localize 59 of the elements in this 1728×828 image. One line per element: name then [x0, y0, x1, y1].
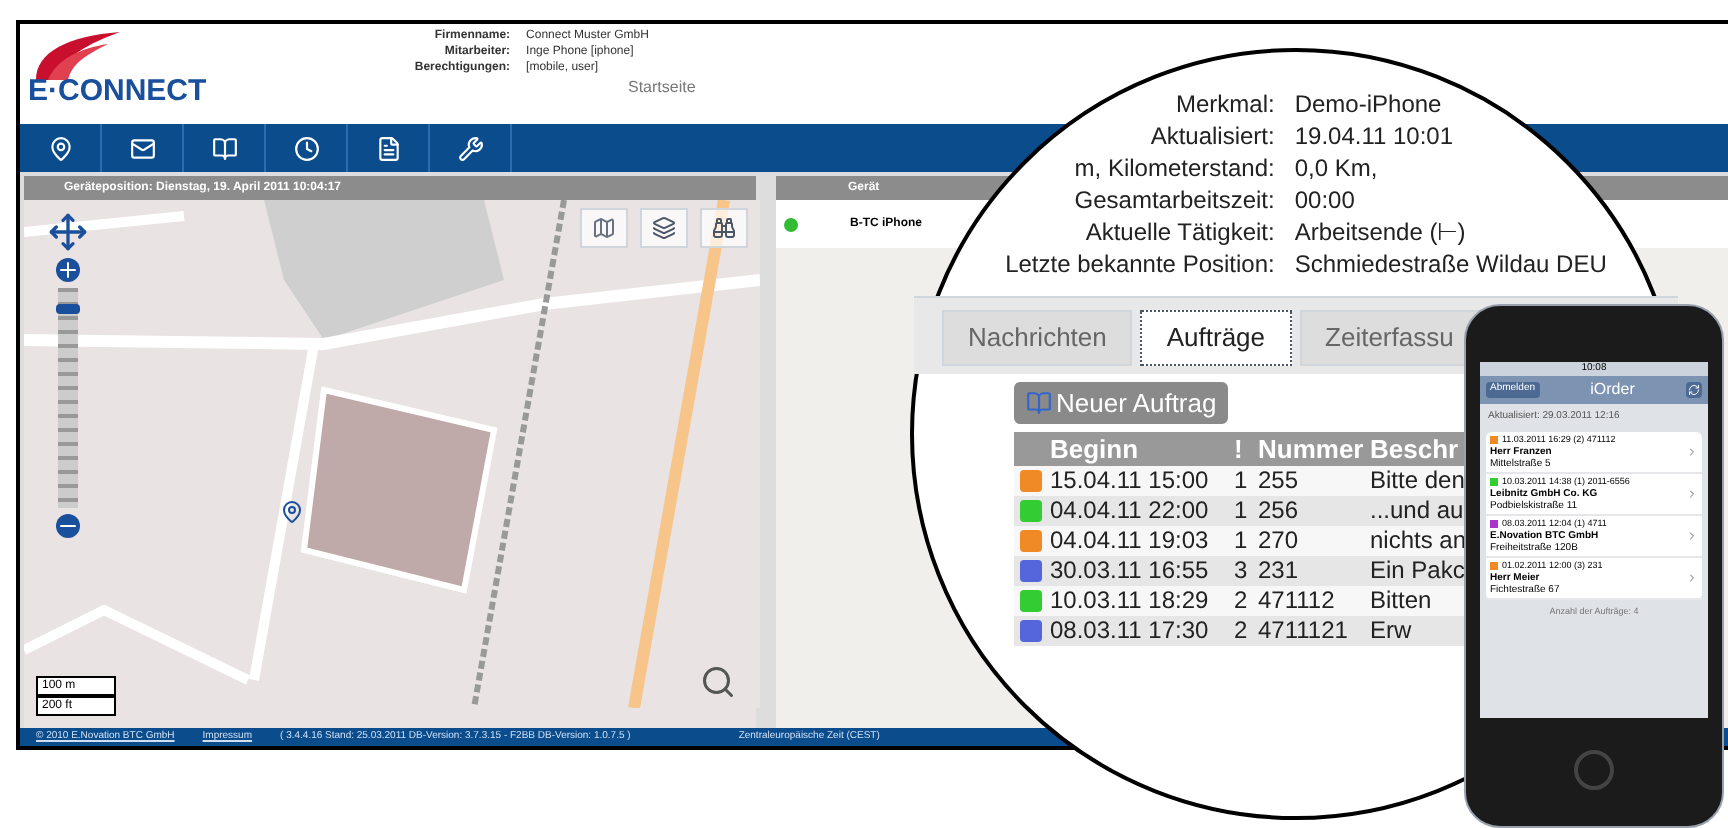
table-cell: 256	[1258, 496, 1370, 526]
device-marker-icon[interactable]	[280, 500, 304, 524]
magnifier-icon[interactable]	[700, 664, 736, 700]
detail-label: Aktuelle Tätigkeit:	[1083, 216, 1275, 248]
layers-icon	[652, 216, 676, 240]
map-tool-button[interactable]	[640, 208, 688, 248]
table-cell: 231	[1258, 556, 1370, 586]
table-cell: 08.03.11 17:30	[1050, 616, 1234, 646]
zoom-slider[interactable]	[58, 288, 78, 508]
mail-icon	[129, 135, 155, 161]
column-header: Beginn	[1050, 432, 1234, 466]
detail-label: m, Kilometerstand:	[1072, 152, 1275, 184]
table-cell: 15.04.11 15:00	[1050, 466, 1234, 496]
detail-label: Letzte bekannte Position:	[1005, 248, 1275, 280]
detail-label: Merkmal:	[1174, 88, 1275, 120]
logo-text: E·CONNECT	[28, 76, 207, 106]
table-cell: 270	[1258, 526, 1370, 556]
table-cell: 3	[1234, 556, 1258, 586]
detail-value: Demo-iPhone	[1294, 88, 1444, 120]
clock-icon	[293, 135, 319, 161]
tab[interactable]: Nachrichten	[942, 310, 1133, 365]
pan-control-icon[interactable]	[48, 212, 88, 252]
book-icon	[1026, 389, 1052, 416]
document-icon	[375, 135, 401, 161]
map-icon	[592, 216, 616, 240]
table-cell: 471112	[1258, 586, 1370, 616]
tab[interactable]: Aufträge	[1140, 310, 1292, 365]
slider-thumb[interactable]	[56, 304, 80, 315]
table-cell: 2	[1234, 616, 1258, 646]
map-tool-button[interactable]	[700, 208, 748, 248]
detail-value: 19.04.11 10:01	[1294, 120, 1456, 152]
table-cell: 10.03.11 18:29	[1050, 586, 1234, 616]
detail-value: Arbeitsende (⊢)	[1294, 216, 1468, 248]
screen-title: iOrder	[1590, 378, 1635, 402]
column-header: !	[1234, 432, 1258, 466]
pin-icon	[47, 135, 73, 161]
table-cell: 30.03.11 16:55	[1050, 556, 1234, 586]
detail-value: 00:00	[1294, 184, 1357, 216]
table-cell: 2	[1234, 586, 1258, 616]
table-cell: 1	[1234, 496, 1258, 526]
column-header: Nummer	[1258, 432, 1370, 466]
map-tool-button[interactable]	[580, 208, 628, 248]
detail-label: Gesamtarbeitszeit:	[1072, 184, 1275, 216]
binoculars-icon	[712, 216, 736, 240]
tools-icon	[457, 135, 483, 161]
detail-label: Aktualisiert:	[1148, 120, 1275, 152]
header-corner	[1014, 432, 1050, 466]
detail-value: 0,0 Km,	[1294, 152, 1380, 184]
book-icon	[211, 135, 237, 161]
table-cell: 04.04.11 19:03	[1050, 526, 1234, 556]
page-title: Startseite	[628, 76, 696, 100]
table-cell: 1	[1234, 466, 1258, 496]
refresh-button[interactable]	[1686, 382, 1702, 398]
table-cell: 1	[1234, 526, 1258, 556]
table-cell: 255	[1258, 466, 1370, 496]
table-cell: 04.04.11 22:00	[1050, 496, 1234, 526]
table-cell: 4711121	[1258, 616, 1370, 646]
tab[interactable]: Zeiterfassu	[1299, 310, 1480, 365]
detail-value: Schmiedestraße Wildau DEU	[1294, 248, 1607, 280]
